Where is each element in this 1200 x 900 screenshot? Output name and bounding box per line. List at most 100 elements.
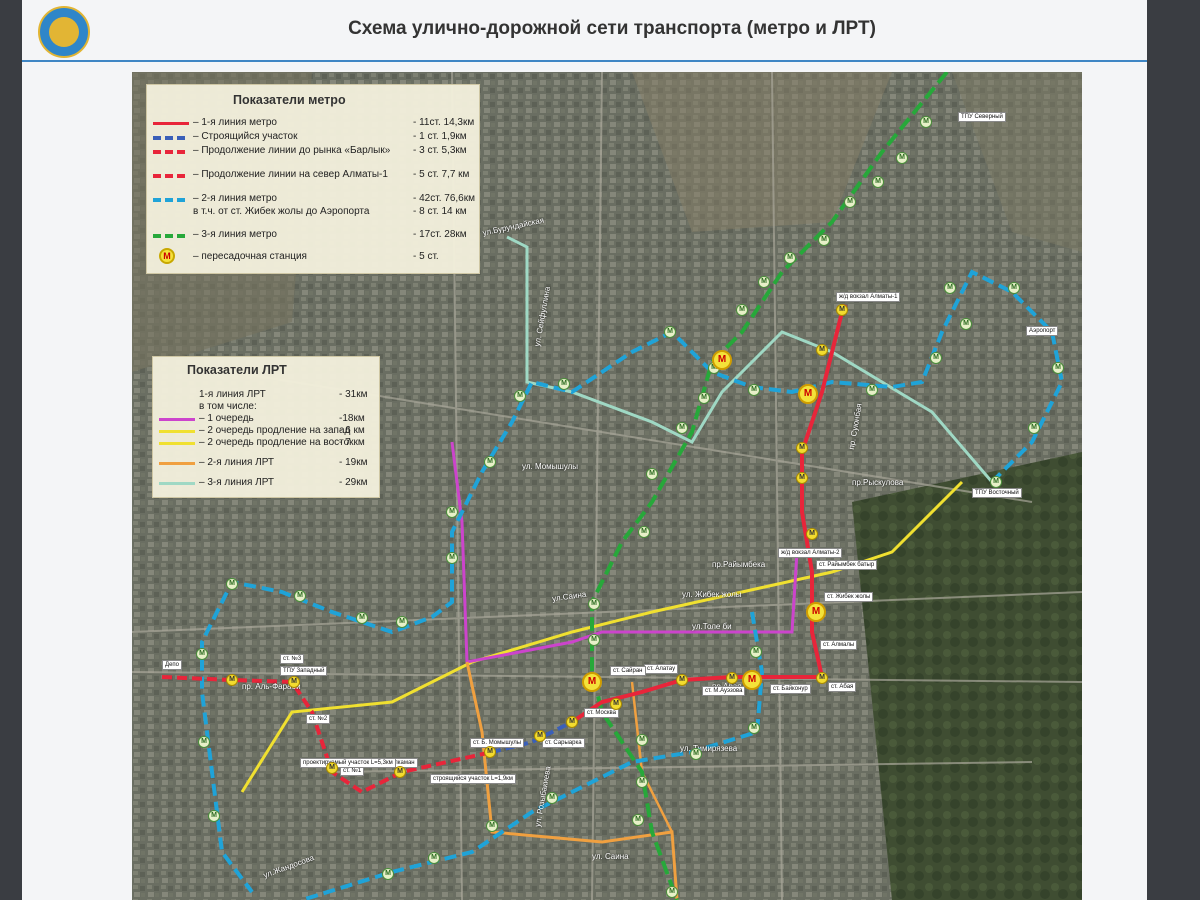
metro-station-icon[interactable]: М bbox=[796, 472, 808, 484]
street-label: пр.Рыскулова bbox=[852, 478, 904, 487]
lrt-legend-row: 1-я линия ЛРТ - 31км bbox=[159, 389, 373, 401]
metro-station-icon[interactable]: М bbox=[446, 552, 458, 564]
metro-station-icon[interactable]: М bbox=[1052, 362, 1064, 374]
metro-station-icon[interactable]: М bbox=[588, 598, 600, 610]
metro-station-icon[interactable]: М bbox=[816, 344, 828, 356]
street-label: пр.Райымбека bbox=[712, 560, 766, 569]
metro-station-icon[interactable]: М bbox=[758, 276, 770, 288]
metro-station-icon[interactable]: М bbox=[844, 196, 856, 208]
transfer-station-icon[interactable]: М bbox=[582, 672, 602, 692]
legend-label: – пересадочная станция bbox=[193, 251, 307, 262]
lrt-legend-title: Показатели ЛРТ bbox=[187, 363, 287, 377]
metro-station-icon[interactable]: М bbox=[208, 810, 220, 822]
transfer-station-icon[interactable]: М bbox=[798, 384, 818, 404]
transport-map[interactable]: Показатели метро – 1-я линия метро - 11с… bbox=[132, 72, 1082, 900]
station-label: ст. Сайран bbox=[610, 666, 646, 676]
metro-station-icon[interactable]: М bbox=[748, 384, 760, 396]
metro-station-icon[interactable]: М bbox=[534, 730, 546, 742]
legend-label: 1-я линия ЛРТ bbox=[199, 389, 266, 400]
station-label: ж/д вокзал Алматы-2 bbox=[778, 548, 843, 558]
metro-station-icon[interactable]: М bbox=[920, 116, 932, 128]
metro-station-icon[interactable]: М bbox=[610, 698, 622, 710]
metro-station-icon[interactable]: М bbox=[930, 352, 942, 364]
legend-value: - 6 км bbox=[339, 425, 365, 436]
metro-station-icon[interactable]: М bbox=[944, 282, 956, 294]
transfer-station-icon[interactable]: М bbox=[742, 670, 762, 690]
metro-station-icon[interactable]: М bbox=[226, 674, 238, 686]
header-divider bbox=[22, 60, 1147, 62]
station-label: ст. Байконур bbox=[770, 684, 811, 694]
lrt-legend-row: – 1 очередь -18км bbox=[159, 413, 373, 425]
legend-label: – 3-я линия ЛРТ bbox=[199, 477, 275, 488]
legend-value: - 29км bbox=[339, 477, 368, 488]
metro-station-icon[interactable]: М bbox=[196, 648, 208, 660]
metro-station-icon[interactable]: М bbox=[632, 814, 644, 826]
metro-station-icon[interactable]: М bbox=[446, 506, 458, 518]
metro-station-icon[interactable]: М bbox=[690, 748, 702, 760]
metro-station-icon[interactable]: М bbox=[1008, 282, 1020, 294]
metro-station-icon[interactable]: М bbox=[486, 820, 498, 832]
metro-station-icon[interactable]: М bbox=[356, 612, 368, 624]
legend-label: – Строящийся участок bbox=[193, 131, 298, 142]
metro-station-icon[interactable]: М bbox=[588, 634, 600, 646]
metro-station-icon[interactable]: М bbox=[546, 792, 558, 804]
metro-station-icon[interactable]: М bbox=[666, 886, 678, 898]
metro-station-icon[interactable]: М bbox=[198, 736, 210, 748]
legend-label: – 2 очередь продление на запад bbox=[199, 425, 351, 436]
metro-station-icon[interactable]: М bbox=[748, 722, 760, 734]
metro-station-icon[interactable]: М bbox=[816, 672, 828, 684]
legend-value: - 17ст. 28км bbox=[413, 229, 467, 240]
metro-station-icon[interactable]: М bbox=[736, 304, 748, 316]
metro-station-icon[interactable]: М bbox=[636, 776, 648, 788]
metro-station-icon[interactable]: М bbox=[326, 762, 338, 774]
metro-station-icon[interactable]: М bbox=[646, 468, 658, 480]
metro-station-icon[interactable]: М bbox=[636, 734, 648, 746]
station-label: ст. Райымбек батыр bbox=[816, 560, 878, 570]
metro-legend-row: – Продолжение линии до рынка «Барлык» - … bbox=[153, 145, 473, 157]
metro-station-icon[interactable]: М bbox=[676, 674, 688, 686]
metro-station-icon[interactable]: М bbox=[990, 476, 1002, 488]
metro-station-icon[interactable]: М bbox=[566, 716, 578, 728]
metro-station-icon[interactable]: М bbox=[726, 672, 738, 684]
metro-station-icon[interactable]: М bbox=[428, 852, 440, 864]
metro-legend-title: Показатели метро bbox=[233, 93, 346, 107]
transfer-station-icon[interactable]: М bbox=[712, 350, 732, 370]
station-label: ст. Абая bbox=[828, 682, 857, 692]
metro-station-icon[interactable]: М bbox=[558, 378, 570, 390]
metro-station-icon[interactable]: М bbox=[796, 442, 808, 454]
metro-station-icon[interactable]: М bbox=[382, 868, 394, 880]
metro-station-icon[interactable]: М bbox=[676, 422, 688, 434]
metro-legend-row: – 1-я линия метро - 11ст. 14,3км bbox=[153, 117, 474, 129]
metro-station-icon[interactable]: М bbox=[698, 392, 710, 404]
metro-station-icon[interactable]: М bbox=[1028, 422, 1040, 434]
lrt-legend: Показатели ЛРТ 1-я линия ЛРТ - 31км в то… bbox=[152, 356, 380, 498]
metro-station-icon[interactable]: М bbox=[638, 526, 650, 538]
legend-value: - 3 ст. 5,3км bbox=[413, 145, 467, 156]
transfer-station-icon[interactable]: М bbox=[806, 602, 826, 622]
station-label: ст. №3 bbox=[280, 654, 305, 664]
metro-station-icon[interactable]: М bbox=[484, 456, 496, 468]
metro-station-icon[interactable]: М bbox=[836, 304, 848, 316]
metro-station-icon[interactable]: М bbox=[960, 318, 972, 330]
legend-label: в том числе: bbox=[199, 401, 257, 412]
metro-station-icon[interactable]: М bbox=[866, 384, 878, 396]
metro-station-icon[interactable]: М bbox=[484, 746, 496, 758]
metro-station-icon[interactable]: М bbox=[818, 234, 830, 246]
street-label: ул. Момышулы bbox=[522, 462, 579, 471]
metro-station-icon[interactable]: М bbox=[294, 590, 306, 602]
metro-station-icon[interactable]: М bbox=[896, 152, 908, 164]
metro-station-icon[interactable]: М bbox=[226, 578, 238, 590]
legend-label: – 1-я линия метро bbox=[193, 117, 277, 128]
legend-value: - 42ст. 76,6км bbox=[413, 193, 475, 204]
metro-legend-row: – Строящийся участок - 1 ст. 1,9км bbox=[153, 131, 473, 143]
metro-station-icon[interactable]: М bbox=[514, 390, 526, 402]
metro-station-icon[interactable]: М bbox=[288, 676, 300, 688]
metro-station-icon[interactable]: М bbox=[750, 646, 762, 658]
metro-station-icon[interactable]: М bbox=[664, 326, 676, 338]
metro-station-icon[interactable]: М bbox=[394, 766, 406, 778]
metro-station-icon[interactable]: М bbox=[872, 176, 884, 188]
metro-station-icon[interactable]: М bbox=[396, 616, 408, 628]
metro-station-icon[interactable]: М bbox=[806, 528, 818, 540]
metro-station-icon[interactable]: М bbox=[784, 252, 796, 264]
legend-label: – 3-я линия метро bbox=[193, 229, 277, 240]
